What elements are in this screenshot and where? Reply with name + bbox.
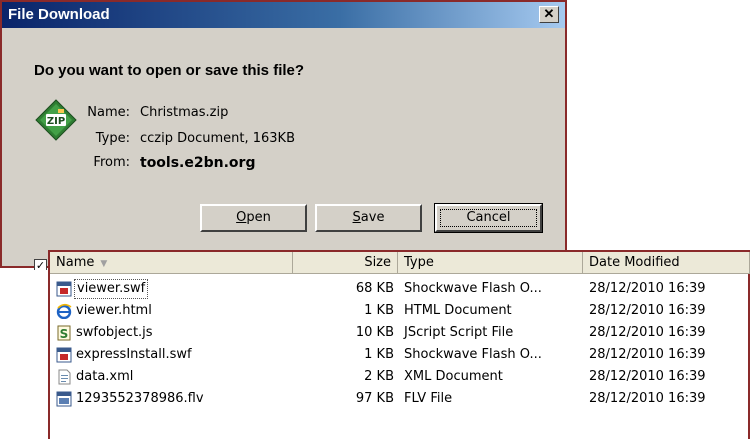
name-value: Christmas.zip [140, 105, 229, 120]
file-type: HTML Document [404, 303, 512, 318]
column-header-name[interactable]: Name ▼ [50, 252, 293, 274]
file-date: 28/12/2010 16:39 [589, 303, 706, 318]
column-header-name-label: Name [56, 255, 95, 270]
type-value: cczip Document, 163KB [140, 131, 295, 146]
file-list-window: Name ▼ Size Type Date Modified viewer.swf… [48, 250, 750, 439]
name-label: Name: [87, 105, 130, 120]
column-header-type-label: Type [404, 255, 434, 270]
cancel-button[interactable]: Cancel [434, 203, 543, 233]
file-name: swfobject.js [76, 325, 153, 340]
xml-file-icon [58, 369, 71, 385]
file-type: Shockwave Flash O... [404, 347, 542, 362]
column-header-type[interactable]: Type [398, 252, 583, 274]
save-label: ave [360, 210, 385, 225]
video-file-icon [56, 391, 72, 407]
from-value: tools.e2bn.org [140, 155, 256, 171]
column-header-size-label: Size [364, 255, 391, 270]
sort-down-icon: ▼ [100, 259, 108, 269]
dialog-question: Do you want to open or save this file? [34, 62, 305, 79]
column-header-date[interactable]: Date Modified [583, 252, 750, 274]
checkmark-icon: ✓ [35, 259, 46, 272]
file-type: XML Document [404, 369, 503, 384]
file-date: 28/12/2010 16:39 [589, 369, 706, 384]
file-row[interactable]: viewer.swf 68 KB Shockwave Flash O... 28… [50, 278, 748, 300]
file-name: data.xml [76, 369, 134, 384]
file-row[interactable]: expressInstall.swf 1 KB Shockwave Flash … [50, 344, 748, 366]
file-size: 1 KB [364, 347, 394, 362]
file-type: Shockwave Flash O... [404, 281, 542, 296]
column-header-row: Name ▼ Size Type Date Modified [50, 252, 750, 276]
file-date: 28/12/2010 16:39 [589, 347, 706, 362]
file-date: 28/12/2010 16:39 [589, 391, 706, 406]
file-type: FLV File [404, 391, 453, 406]
flash-file-icon [56, 281, 72, 297]
column-header-size[interactable]: Size [293, 252, 398, 274]
file-size: 68 KB [355, 281, 394, 296]
save-button[interactable]: Save [315, 204, 422, 232]
type-label: Type: [95, 131, 130, 146]
file-row[interactable]: 1293552378986.flv 97 KB FLV File 28/12/2… [50, 388, 748, 410]
file-size: 1 KB [364, 303, 394, 318]
file-row[interactable]: viewer.html 1 KB HTML Document 28/12/201… [50, 300, 748, 322]
column-header-date-label: Date Modified [589, 255, 680, 270]
from-label: From: [93, 155, 130, 170]
dialog-title: File Download [8, 6, 110, 23]
file-date: 28/12/2010 16:39 [589, 281, 706, 296]
file-name: 1293552378986.flv [76, 391, 204, 406]
file-row[interactable]: data.xml 2 KB XML Document 28/12/2010 16… [50, 366, 748, 388]
file-name: expressInstall.swf [76, 347, 192, 362]
file-type: JScript Script File [404, 325, 514, 340]
file-row[interactable]: S swfobject.js 10 KB JScript Script File… [50, 322, 748, 344]
file-download-dialog: File Download ✕ Do you want to open or s… [0, 0, 567, 272]
script-file-icon: S [57, 325, 71, 341]
always-ask-checkbox[interactable]: ✓ [34, 259, 47, 272]
open-button[interactable]: Open [200, 204, 307, 232]
flash-file-icon [56, 347, 72, 363]
file-size: 97 KB [355, 391, 394, 406]
file-name: viewer.swf [74, 278, 149, 300]
file-size: 10 KB [355, 325, 394, 340]
svg-text:S: S [60, 327, 69, 341]
save-accelerator: S [352, 210, 361, 225]
ie-html-icon [56, 303, 72, 319]
dialog-titlebar[interactable]: File Download ✕ [2, 2, 565, 28]
open-accelerator: O [236, 210, 247, 225]
close-icon: ✕ [543, 6, 555, 21]
file-date: 28/12/2010 16:39 [589, 325, 706, 340]
close-button[interactable]: ✕ [539, 6, 559, 23]
file-size: 2 KB [364, 369, 394, 384]
file-name: viewer.html [76, 303, 152, 318]
open-label: pen [246, 210, 271, 225]
cancel-label: Cancel [440, 209, 537, 227]
